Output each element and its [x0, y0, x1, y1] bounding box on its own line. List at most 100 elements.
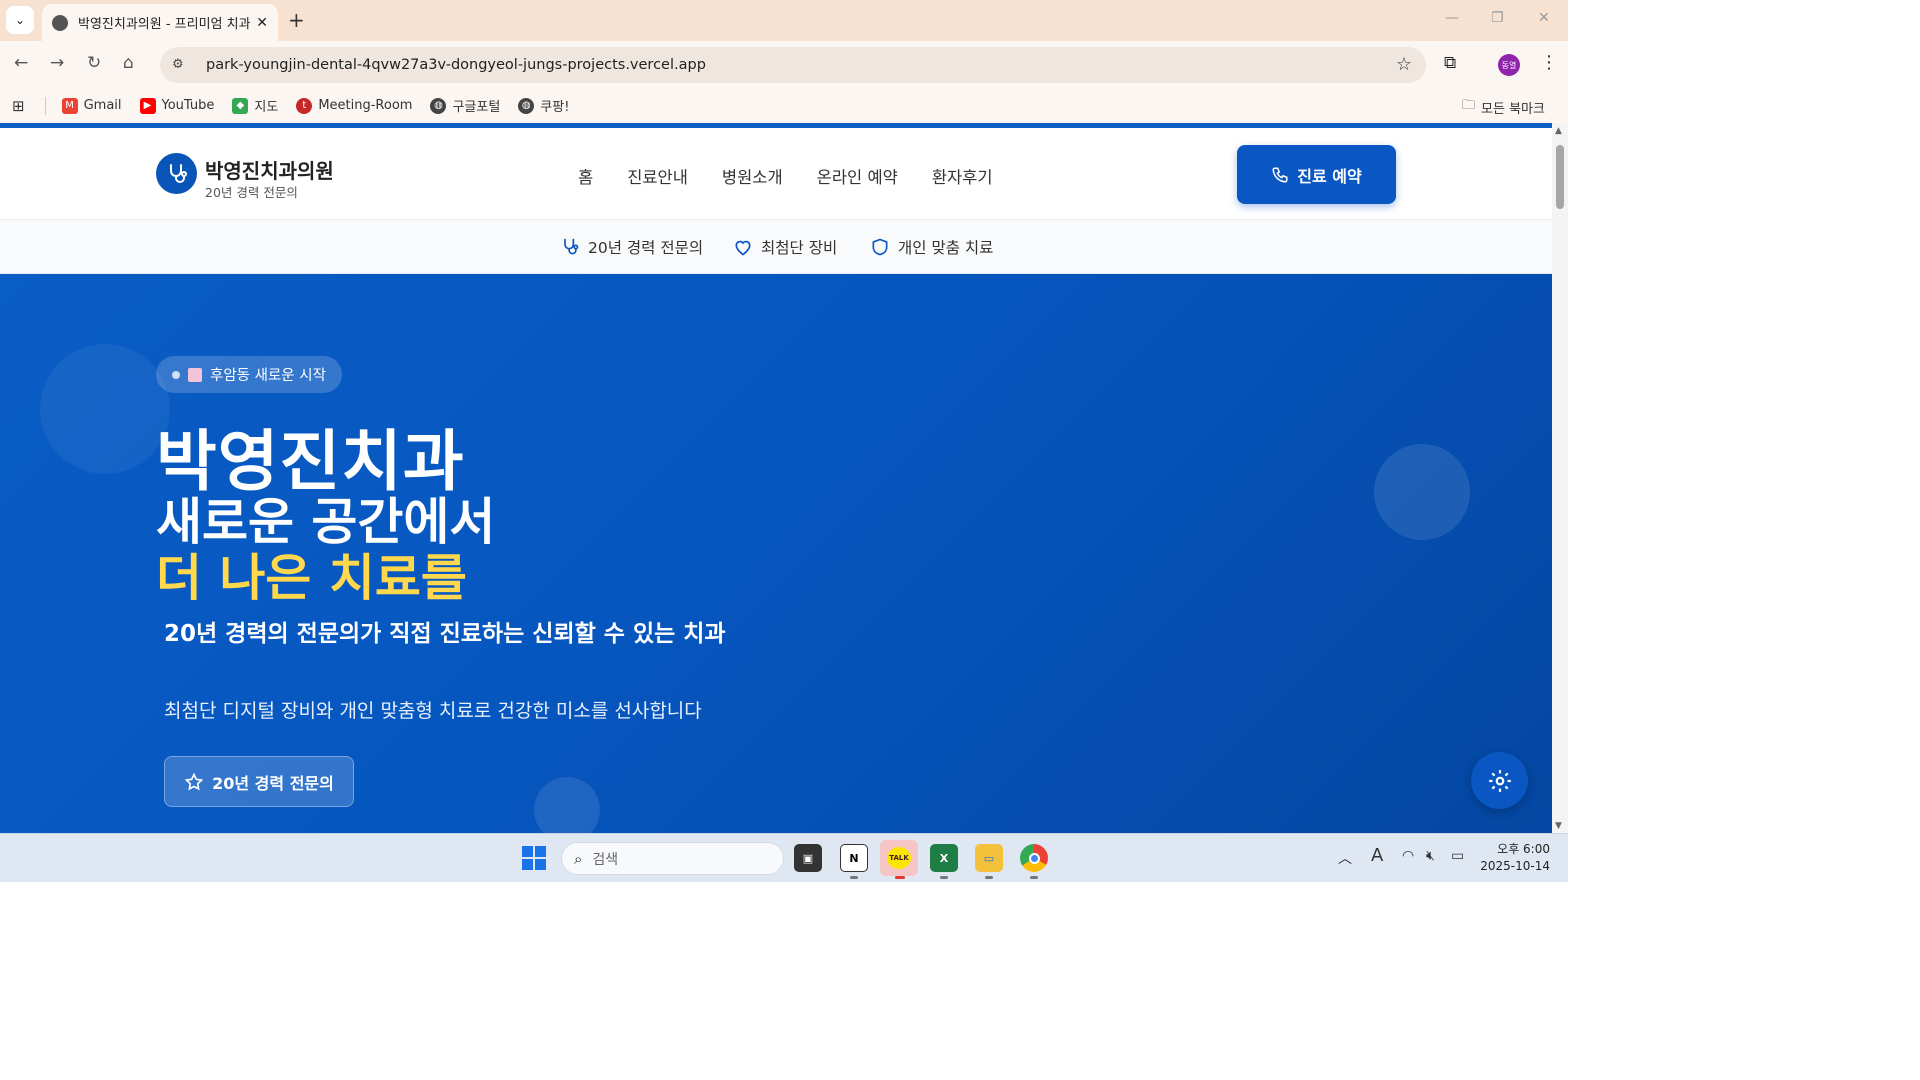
menu-icon[interactable]: ⋮	[1540, 52, 1558, 73]
search-placeholder: 검색	[592, 851, 619, 868]
browser-tab-strip: ⌄ 박영진치과의원 - 프리미엄 치과 ✕ + — ❐ ✕	[0, 0, 1568, 41]
forward-button[interactable]: →	[50, 53, 64, 73]
active-tab[interactable]: 박영진치과의원 - 프리미엄 치과 ✕	[42, 4, 278, 41]
nav-about[interactable]: 병원소개	[722, 164, 783, 188]
volume-muted-icon[interactable]: 🔇︎	[1426, 848, 1435, 864]
bookmark-meeting-room[interactable]: t Meeting-Room	[296, 97, 413, 114]
wifi-icon[interactable]: ◠	[1402, 848, 1414, 864]
chrome-icon[interactable]	[1020, 844, 1048, 872]
feature-label: 20년 경력 전문의	[588, 239, 704, 257]
excel-icon[interactable]: X	[930, 844, 958, 872]
input-method-icon[interactable]: A	[1371, 845, 1383, 866]
nav-reviews[interactable]: 환자후기	[932, 164, 993, 188]
scroll-down-icon[interactable]: ▼	[1555, 821, 1562, 831]
feature-label: 최첨단 장비	[761, 239, 838, 257]
all-bookmarks[interactable]: 🗀 모든 북마크	[1462, 96, 1545, 118]
chrome-center	[1028, 852, 1040, 864]
nav-home[interactable]: 홈	[578, 164, 593, 188]
stethoscope-icon	[564, 238, 579, 255]
clock-time: 오후 6:00	[1497, 842, 1550, 856]
home-button[interactable]: ⌂	[123, 53, 134, 73]
hero-highlight: 더 나은 치료를	[156, 549, 467, 607]
main-nav: 홈 진료안내 병원소개 온라인 예약 환자후기	[578, 164, 993, 188]
bookmark-coupang[interactable]: ◍ 쿠팡!	[518, 96, 569, 115]
bookmarks-divider	[44, 96, 46, 115]
close-tab-icon[interactable]: ✕	[256, 15, 268, 31]
shield-icon	[872, 238, 888, 256]
cta-label: 진료 예약	[1297, 166, 1362, 186]
clock-date: 2025-10-14	[1480, 859, 1550, 873]
gmail-icon: M	[61, 97, 78, 114]
windows-start-icon[interactable]	[522, 846, 546, 870]
kakaotalk-button[interactable]: TALK	[880, 840, 918, 876]
bookmark-maps[interactable]: ◆ 지도	[232, 96, 278, 115]
folder-icon: 🗀	[1462, 98, 1476, 113]
new-tab-button[interactable]: +	[288, 8, 305, 32]
star-icon	[184, 772, 204, 790]
feature-label: 개인 맞춤 치료	[898, 239, 994, 257]
pulse-dot-icon	[172, 370, 180, 379]
feature-specialist: 20년 경력 전문의	[560, 236, 703, 258]
restore-button[interactable]: ❐	[1491, 10, 1504, 26]
meeting-room-icon: t	[296, 97, 313, 114]
bookmark-label: Meeting-Room	[318, 98, 413, 113]
hero-section: 후암동 새로운 시작 박영진치과 새로운 공간에서 더 나은 치료를 20년 경…	[0, 274, 1552, 833]
building-icon	[188, 367, 202, 382]
maps-icon: ◆	[232, 97, 249, 114]
site-info-icon[interactable]: ⚙	[172, 57, 188, 73]
feature-custom-care: 개인 맞춤 치료	[870, 236, 993, 258]
close-window-button[interactable]: ✕	[1538, 10, 1550, 26]
settings-gear-button[interactable]	[1471, 752, 1528, 809]
bookmark-youtube[interactable]: ▶ YouTube	[139, 97, 214, 114]
tab-search-button[interactable]: ⌄	[6, 6, 34, 34]
decorative-blob	[534, 777, 600, 833]
brand-name[interactable]: 박영진치과의원	[205, 155, 334, 184]
feature-equipment: 최첨단 장비	[733, 236, 837, 258]
nav-online-booking[interactable]: 온라인 예약	[817, 164, 898, 188]
task-view-icon[interactable]: ▣	[794, 844, 822, 872]
gear-icon	[1488, 769, 1511, 792]
system-clock[interactable]: 오후 6:00 2025-10-14	[1478, 841, 1550, 875]
chevron-up-icon[interactable]: ︿	[1338, 848, 1352, 868]
file-explorer-icon[interactable]: ▭	[975, 844, 1003, 872]
book-appointment-button[interactable]: 진료 예약	[1237, 145, 1396, 204]
reload-button[interactable]: ↻	[87, 53, 101, 73]
decorative-blob	[40, 344, 170, 474]
running-indicator	[985, 876, 993, 879]
youtube-icon: ▶	[139, 97, 156, 114]
bookmark-star-icon[interactable]: ☆	[1396, 54, 1412, 75]
minimize-button[interactable]: —	[1445, 10, 1459, 26]
profile-avatar[interactable]: 동열	[1498, 54, 1520, 76]
page-scrollbar[interactable]: ▲ ▼	[1552, 123, 1568, 833]
hero-description: 최첨단 디지털 장비와 개인 맞춤형 치료로 건강한 미소를 선사합니다	[164, 700, 702, 722]
bookmark-gmail[interactable]: M Gmail	[61, 97, 122, 114]
windows-taskbar: ⌕ 검색 ▣ N TALK X ▭ ︿ A ◠ 🔇︎ ▭ 오후 6:00 202…	[0, 833, 1568, 882]
scroll-up-icon[interactable]: ▲	[1555, 126, 1562, 136]
specialist-button-label: 20년 경력 전문의	[212, 773, 334, 793]
heart-icon	[735, 240, 751, 256]
battery-icon[interactable]: ▭	[1451, 848, 1464, 864]
notion-icon[interactable]: N	[840, 844, 868, 872]
nav-treatment[interactable]: 진료안내	[627, 164, 688, 188]
running-indicator	[940, 876, 948, 879]
browser-toolbar: ← → ↻ ⌂ ⚙ park-youngjin-dental-4qvw27a3v…	[0, 41, 1568, 88]
bookmark-label: 쿠팡!	[540, 100, 570, 115]
running-indicator	[850, 876, 858, 879]
taskbar-search[interactable]: ⌕ 검색	[561, 842, 784, 875]
decorative-blob	[1374, 444, 1470, 540]
globe-icon: ◍	[430, 97, 447, 114]
stethoscope-logo-icon[interactable]	[156, 153, 197, 194]
bookmark-google-portal[interactable]: ◍ 구글포털	[430, 96, 500, 115]
all-bookmarks-label: 모든 북마크	[1481, 101, 1545, 117]
specialist-button[interactable]: 20년 경력 전문의	[164, 756, 354, 807]
scrollbar-thumb[interactable]	[1556, 145, 1564, 209]
extensions-icon[interactable]: ⧉	[1444, 53, 1456, 73]
running-indicator	[1030, 876, 1038, 879]
brand-subtitle: 20년 경력 전문의	[205, 185, 298, 200]
address-bar[interactable]: ⚙ park-youngjin-dental-4qvw27a3v-dongyeo…	[160, 47, 1426, 83]
phone-icon	[1272, 167, 1288, 183]
apps-grid-icon[interactable]: ⊞	[12, 97, 25, 115]
bookmark-label: 구글포털	[452, 100, 501, 115]
bookmark-label: 지도	[254, 100, 279, 115]
back-button[interactable]: ←	[14, 53, 28, 73]
